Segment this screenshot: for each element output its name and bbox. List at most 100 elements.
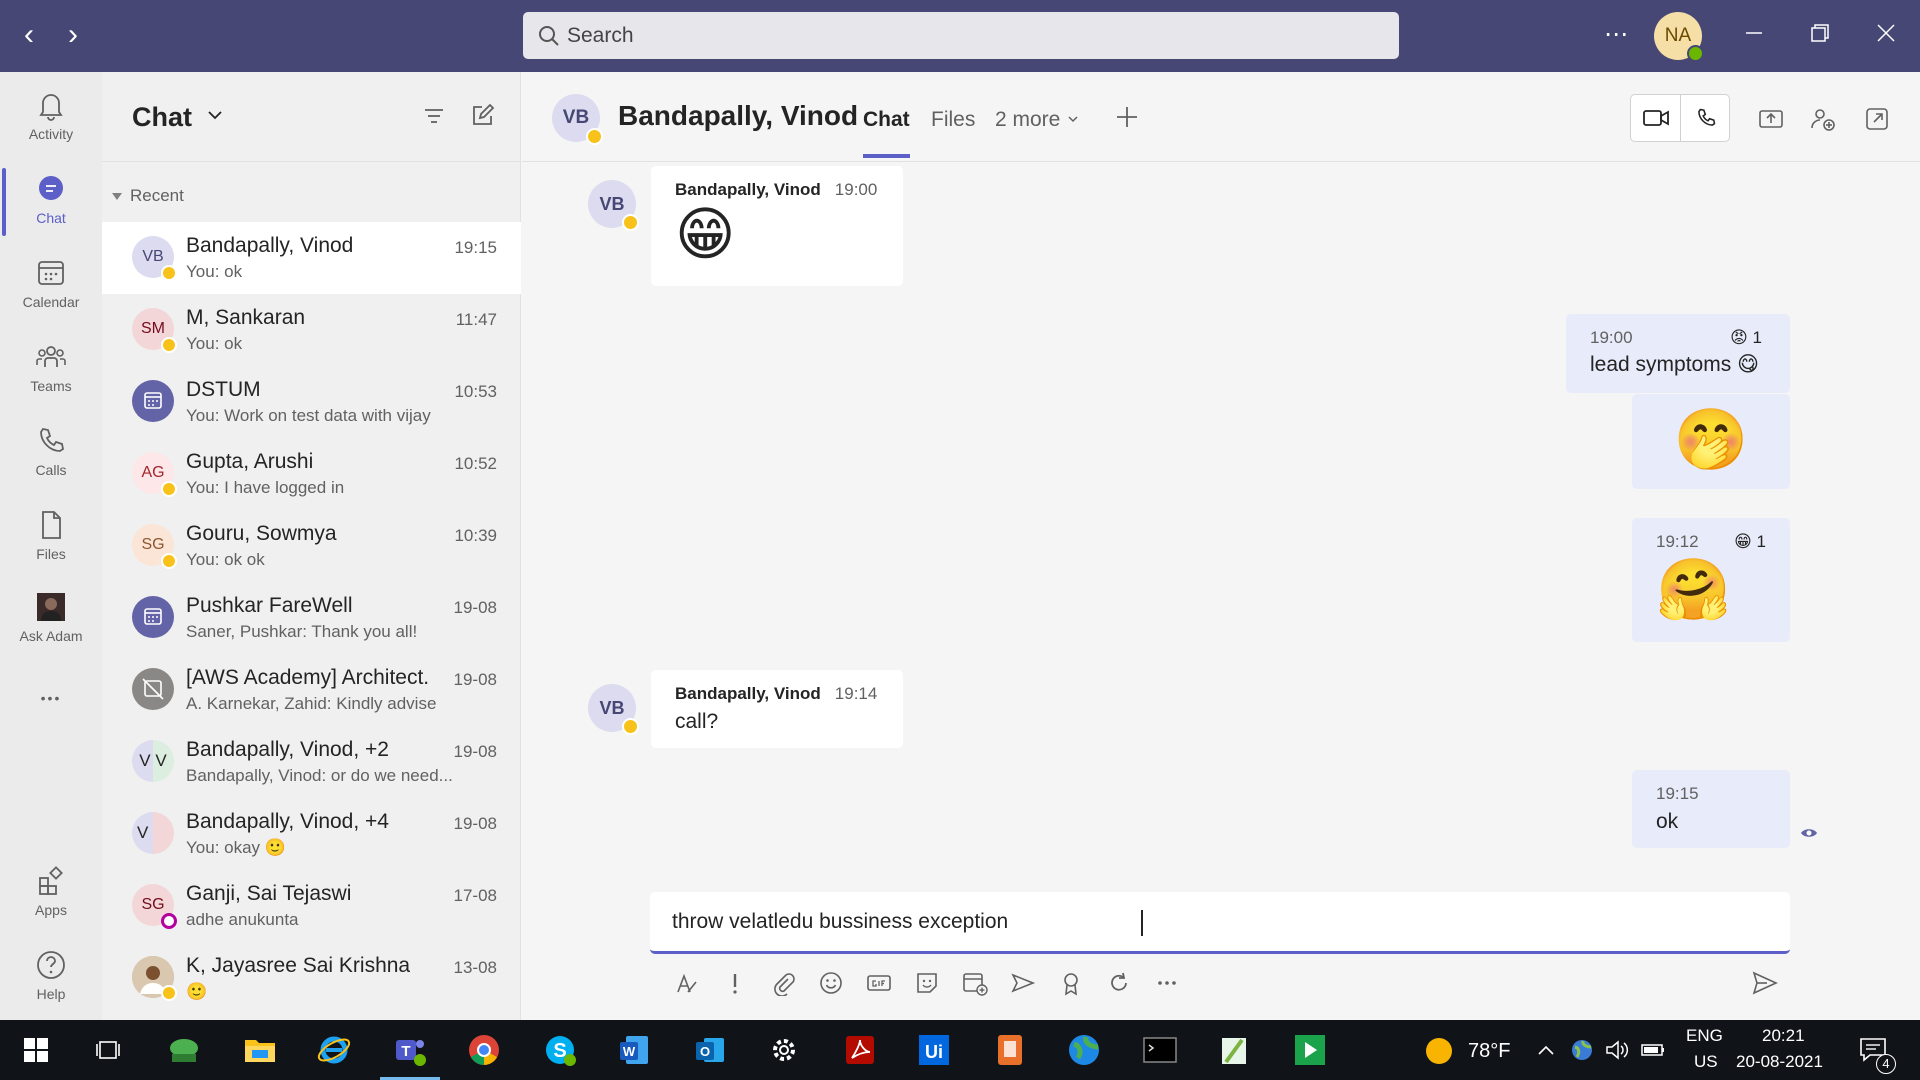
share-screen-icon[interactable] xyxy=(1758,106,1784,132)
chat-item-gouru-sowmya[interactable]: SG Gouru, Sowmya You: ok ok 10:39 xyxy=(102,510,521,582)
sticker-button[interactable] xyxy=(912,968,942,998)
rail-item-apps[interactable]: Apps xyxy=(0,858,102,938)
task-view-button[interactable] xyxy=(86,1028,130,1072)
close-button[interactable] xyxy=(1866,16,1906,56)
chat-item-jayasree[interactable]: K, Jayasree Sai Krishna 🙂 13-08 xyxy=(102,942,521,1014)
help-icon xyxy=(37,951,65,979)
message-compose-box[interactable]: throw velatledu bussiness exception xyxy=(650,892,1790,954)
important-button[interactable] xyxy=(720,968,750,998)
rail-item-activity[interactable]: Activity xyxy=(0,82,102,162)
terminal-app[interactable] xyxy=(1138,1028,1182,1072)
message-bubble[interactable]: Bandapally, Vinod 19:00 😁 xyxy=(651,166,903,286)
chat-item-time: 13-08 xyxy=(453,958,497,977)
tab-files[interactable]: Files xyxy=(931,108,975,132)
tab-chat[interactable]: Chat xyxy=(863,108,910,158)
chat-item-aws-academy[interactable]: [AWS Academy] Architect... A. Karnekar, … xyxy=(102,654,521,726)
notepad-plus-app[interactable] xyxy=(1212,1028,1256,1072)
globe-app[interactable] xyxy=(1062,1028,1106,1072)
schedule-meeting-button[interactable] xyxy=(960,968,990,998)
rail-item-calendar[interactable]: Calendar xyxy=(0,250,102,330)
rail-item-files[interactable]: Files xyxy=(0,502,102,582)
reaction[interactable]: 😁 1 xyxy=(1734,532,1766,552)
message-avatar[interactable]: VB xyxy=(588,180,639,231)
message-avatar[interactable]: VB xyxy=(588,684,639,735)
pop-out-icon[interactable] xyxy=(1864,106,1890,132)
back-button[interactable]: ‹ xyxy=(14,20,44,50)
gif-button[interactable] xyxy=(864,968,894,998)
message-bubble[interactable]: 🤭 xyxy=(1632,394,1790,489)
file-explorer-app[interactable] xyxy=(238,1028,282,1072)
chat-item-gupta-arushi[interactable]: AG Gupta, Arushi You: I have logged in 1… xyxy=(102,438,521,510)
new-chat-icon[interactable] xyxy=(468,102,496,130)
weather-temperature: 78°F xyxy=(1468,1040,1511,1062)
user-avatar[interactable]: NA xyxy=(1654,12,1704,62)
avatar xyxy=(132,668,174,710)
word-app[interactable]: W xyxy=(612,1028,656,1072)
send-button[interactable] xyxy=(1750,968,1780,998)
chat-item-ganji-sai-tejaswi[interactable]: SG Ganji, Sai Tejaswi adhe anukunta 17-0… xyxy=(102,870,521,942)
add-tab-icon[interactable] xyxy=(1112,102,1142,132)
volume-icon[interactable] xyxy=(1604,1038,1630,1062)
settings-app[interactable] xyxy=(762,1028,806,1072)
action-center-button[interactable]: 4 xyxy=(1858,1034,1896,1074)
minimize-button[interactable] xyxy=(1734,16,1774,56)
message-bubble[interactable]: 19:12 😁 1 🤗 xyxy=(1632,518,1790,642)
format-button[interactable] xyxy=(672,968,702,998)
clock-time[interactable]: 20:21 xyxy=(1762,1026,1805,1046)
message-bubble[interactable]: 19:15 ok xyxy=(1632,770,1790,848)
chat-item-sankaran[interactable]: SM M, Sankaran You: ok 11:47 xyxy=(102,294,521,366)
stream-button[interactable] xyxy=(1008,968,1038,998)
chevron-up-icon[interactable] xyxy=(1536,1042,1556,1058)
rail-item-help[interactable]: Help xyxy=(0,942,102,1022)
acrobat-icon xyxy=(846,1036,874,1064)
uipath-app[interactable]: Ui xyxy=(912,1028,956,1072)
rail-item-chat[interactable]: Chat xyxy=(0,166,102,246)
add-people-icon[interactable] xyxy=(1810,106,1836,132)
tab-more[interactable]: 2 more xyxy=(995,108,1080,132)
rail-item-calls[interactable]: Calls xyxy=(0,418,102,498)
emoji-button[interactable] xyxy=(816,968,846,998)
more-options-button[interactable]: ⋯ xyxy=(1604,20,1630,49)
chat-item-bandapally-vinod[interactable]: VB Bandapally, Vinod You: ok 19:15 xyxy=(102,222,521,294)
network-globe-icon[interactable] xyxy=(1570,1038,1594,1062)
chrome-app[interactable] xyxy=(462,1028,506,1072)
clock-date[interactable]: 20-08-2021 xyxy=(1736,1052,1823,1072)
audio-call-button[interactable] xyxy=(1681,95,1731,141)
battery-icon[interactable] xyxy=(1640,1040,1666,1060)
teams-app[interactable]: T xyxy=(380,1028,440,1080)
orange-app[interactable] xyxy=(988,1028,1032,1072)
chat-item-group-vinod-2[interactable]: V V Bandapally, Vinod, +2 Bandapally, Vi… xyxy=(102,726,521,798)
media-player-app[interactable] xyxy=(1288,1028,1332,1072)
message-bubble[interactable]: 19:00 😡 1 lead symptoms 😋 xyxy=(1566,314,1790,393)
video-call-button[interactable] xyxy=(1631,95,1681,141)
meeting-calendar-icon xyxy=(144,392,162,409)
rail-item-teams[interactable]: Teams xyxy=(0,334,102,414)
taskbar-app[interactable] xyxy=(162,1028,206,1072)
keyboard-layout-indicator[interactable]: US xyxy=(1694,1052,1718,1072)
forward-button[interactable]: › xyxy=(58,20,88,50)
chat-item-group-vinod-4[interactable]: V Bandapally, Vinod, +4 You: okay 🙂 19-0… xyxy=(102,798,521,870)
praise-button[interactable] xyxy=(1056,968,1086,998)
skype-app[interactable]: S xyxy=(538,1028,582,1072)
attach-button[interactable] xyxy=(768,968,798,998)
reaction[interactable]: 😡 1 xyxy=(1730,328,1762,348)
filter-icon[interactable] xyxy=(420,102,448,130)
outlook-app[interactable]: O xyxy=(688,1028,732,1072)
loop-button[interactable] xyxy=(1104,968,1134,998)
acrobat-app[interactable] xyxy=(838,1028,882,1072)
recent-section-header[interactable]: Recent xyxy=(112,186,184,206)
contact-avatar[interactable]: VB xyxy=(552,94,603,145)
chat-item-pushkar-farewell[interactable]: Pushkar FareWell Saner, Pushkar: Thank y… xyxy=(102,582,521,654)
start-button[interactable] xyxy=(14,1028,58,1072)
chat-item-dstum[interactable]: DSTUM You: Work on test data with vijay … xyxy=(102,366,521,438)
restore-button[interactable] xyxy=(1800,16,1840,56)
more-options-button[interactable] xyxy=(1152,968,1182,998)
group-avatar: V V xyxy=(132,740,174,782)
more-apps-button[interactable]: ••• xyxy=(0,690,102,706)
internet-explorer-app[interactable] xyxy=(312,1028,356,1072)
chevron-down-icon[interactable] xyxy=(204,104,226,126)
message-bubble[interactable]: Bandapally, Vinod 19:14 call? xyxy=(651,670,903,748)
search-bar[interactable]: Search xyxy=(523,12,1399,59)
language-indicator[interactable]: ENG xyxy=(1686,1026,1723,1046)
rail-item-ask-adam[interactable]: Ask Adam xyxy=(0,584,102,664)
